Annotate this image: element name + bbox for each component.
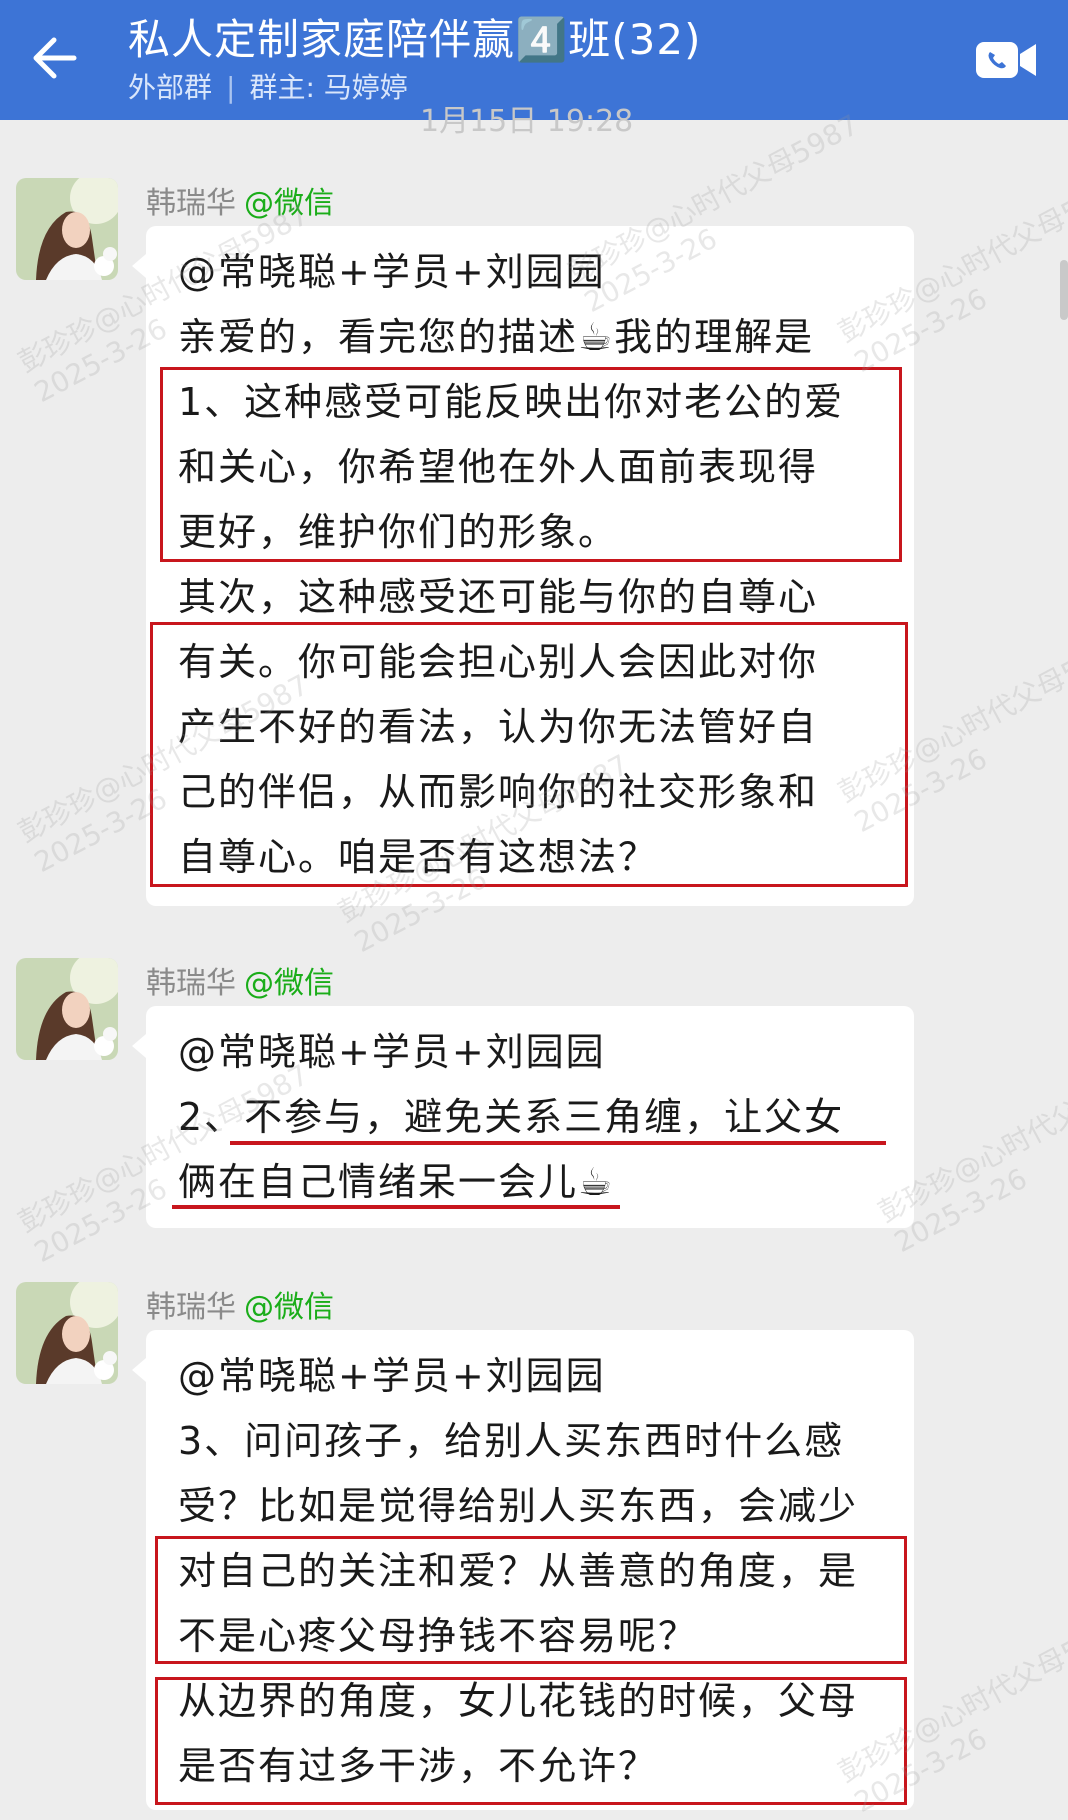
group-title: 私人定制家庭陪伴赢4️⃣班(32) — [128, 15, 702, 64]
avatar[interactable] — [16, 178, 118, 280]
message-line: 不是心疼父母挣钱不容易呢？ — [178, 1614, 699, 1658]
back-arrow-icon[interactable] — [24, 28, 88, 88]
sender-name: 韩瑞华 @微信 — [146, 1282, 334, 1326]
chat-area[interactable]: 1月15日 19:28 韩瑞华 @微信 @常晓聪+学员+刘园园 亲爱的，看完您的描… — [0, 104, 1068, 1819]
avatar[interactable] — [16, 958, 118, 1060]
message-line: 是否有过多干涉，不允许？ — [178, 1744, 659, 1788]
group-owner-label: 群主: 马婷婷 — [249, 71, 408, 104]
group-type-label: 外部群 — [128, 71, 213, 104]
message-line: 有关。你可能会担心别人会因此对你 — [178, 640, 819, 684]
message-line: 对自己的关注和爱？从善意的角度，是 — [178, 1549, 859, 1593]
sender-source: @微信 — [244, 966, 334, 1001]
subtitle-divider: | — [226, 71, 236, 104]
mention-line: @常晓聪+学员+刘园园 — [178, 1030, 606, 1074]
sender-name: 韩瑞华 @微信 — [146, 178, 334, 222]
message-line: 俩在自己情绪呆一会儿☕ — [178, 1160, 615, 1204]
mention-line: @常晓聪+学员+刘园园 — [178, 1354, 606, 1398]
message-line: 受？比如是觉得给别人买东西，会减少 — [178, 1484, 859, 1528]
video-call-icon[interactable] — [974, 38, 1038, 82]
message-bubble[interactable]: @常晓聪+学员+刘园园 2、不参与，避免关系三角缠，让父女 俩在自己情绪呆一会儿… — [132, 1006, 914, 1228]
avatar[interactable] — [16, 1282, 118, 1384]
message-line: 自尊心。咱是否有这想法？ — [178, 835, 659, 879]
date-divider: 1月15日 19:28 — [420, 104, 634, 139]
message-line: 3、问问孩子，给别人买东西时什么感 — [178, 1419, 845, 1463]
sender-label: 韩瑞华 — [146, 966, 236, 1001]
message-line: 和关心，你希望他在外人面前表现得 — [178, 445, 819, 489]
mention-line: @常晓聪+学员+刘园园 — [178, 250, 606, 294]
sender-label: 韩瑞华 — [146, 1290, 236, 1325]
sender-name: 韩瑞华 @微信 — [146, 958, 334, 1002]
sender-source: @微信 — [244, 186, 334, 221]
sender-label: 韩瑞华 — [146, 186, 236, 221]
scrollbar[interactable] — [1060, 260, 1068, 320]
message-line: 己的伴侣，从而影响你的社交形象和 — [178, 770, 819, 814]
sender-source: @微信 — [244, 1290, 334, 1325]
message-line: 其次，这种感受还可能与你的自尊心 — [178, 575, 819, 619]
message-bubble[interactable]: @常晓聪+学员+刘园园 亲爱的，看完您的描述☕我的理解是 1、这种感受可能反映出… — [132, 226, 914, 906]
message-line: 产生不好的看法，认为你无法管好自 — [178, 705, 819, 749]
message-line: 更好，维护你们的形象。 — [178, 510, 619, 554]
message-line: 2、不参与，避免关系三角缠，让父女 — [178, 1095, 845, 1139]
message-line: 从边界的角度，女儿花钱的时候，父母 — [178, 1679, 859, 1723]
message-line: 亲爱的，看完您的描述☕我的理解是 — [178, 315, 815, 359]
message-bubble[interactable]: @常晓聪+学员+刘园园 3、问问孩子，给别人买东西时什么感 受？比如是觉得给别人… — [132, 1330, 914, 1810]
group-subtitle: 外部群 | 群主: 马婷婷 — [128, 68, 408, 108]
message-line: 1、这种感受可能反映出你对老公的爱 — [178, 380, 845, 424]
